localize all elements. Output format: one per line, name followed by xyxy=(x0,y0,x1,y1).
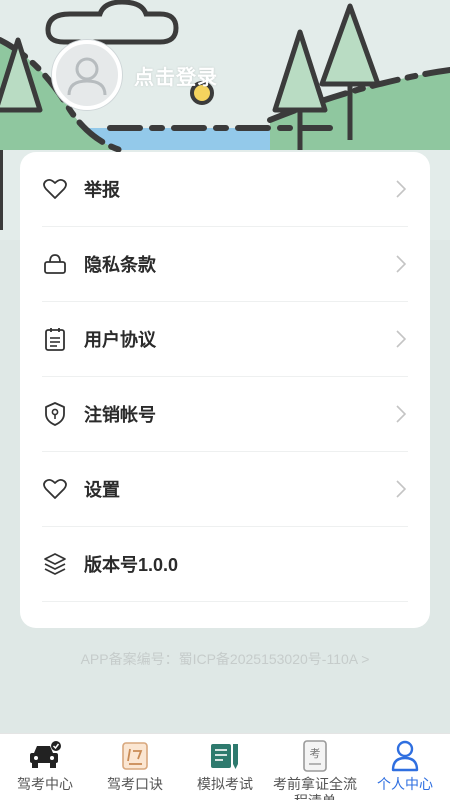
menu-item-label: 隐私条款 xyxy=(84,255,156,275)
settings-menu-card: 举报 隐私条款 用户协议 注销帐号 设置 版本号1.0.0 xyxy=(20,152,430,628)
version-label: 版本号1.0.0 xyxy=(84,555,179,575)
login-link[interactable]: 点击登录 xyxy=(134,61,218,90)
chevron-right-icon xyxy=(394,179,408,199)
car-check-icon xyxy=(28,740,62,772)
notepad-icon xyxy=(42,326,68,352)
tab-label: 个人中心 xyxy=(377,776,433,792)
menu-item-label: 举报 xyxy=(84,180,120,200)
layers-icon xyxy=(42,551,68,577)
menu-item-label: 注销帐号 xyxy=(84,405,156,425)
menu-item-settings[interactable]: 设置 xyxy=(42,452,408,527)
heart-icon xyxy=(42,476,68,502)
menu-item-user-agreement[interactable]: 用户协议 xyxy=(42,302,408,377)
tab-driving-test-center[interactable]: 驾考中心 xyxy=(0,734,90,800)
tab-personal-center[interactable]: 个人中心 xyxy=(360,734,450,800)
svg-text:考: 考 xyxy=(310,747,321,760)
shield-icon xyxy=(42,401,68,427)
book-pen-icon xyxy=(208,740,242,772)
tab-label: 驾考口诀 xyxy=(107,776,163,792)
icp-record-link[interactable]: APP备案编号：蜀ICP备2025153020号-110A > xyxy=(0,649,450,669)
tab-mock-exam[interactable]: 模拟考试 xyxy=(180,734,270,800)
tab-label: 考前拿证全流程清单 xyxy=(273,776,357,800)
chevron-right-icon xyxy=(394,329,408,349)
exam-doc-icon: 考 xyxy=(298,740,332,772)
person-icon xyxy=(388,740,422,772)
tab-label: 驾考中心 xyxy=(17,776,73,792)
user-avatar-icon xyxy=(67,57,107,96)
bottom-tab-bar: 驾考中心 驾考口诀 模拟考试 考 考前拿证全流程清单 个人中心 xyxy=(0,733,450,800)
tab-driving-formula[interactable]: 驾考口诀 xyxy=(90,734,180,800)
chevron-right-icon xyxy=(394,479,408,499)
menu-item-label: 用户协议 xyxy=(84,330,156,350)
avatar[interactable] xyxy=(52,40,122,110)
heart-icon xyxy=(42,176,68,202)
menu-item-label: 设置 xyxy=(84,480,120,500)
menu-item-version: 版本号1.0.0 xyxy=(42,527,408,602)
menu-item-report[interactable]: 举报 xyxy=(42,152,408,227)
lock-icon xyxy=(42,251,68,277)
chevron-right-icon xyxy=(394,254,408,274)
tab-pre-exam-checklist[interactable]: 考 考前拿证全流程清单 xyxy=(270,734,360,800)
menu-item-delete-account[interactable]: 注销帐号 xyxy=(42,377,408,452)
formula-card-icon xyxy=(118,740,152,772)
chevron-right-icon xyxy=(394,404,408,424)
tab-label: 模拟考试 xyxy=(197,776,253,792)
menu-item-privacy[interactable]: 隐私条款 xyxy=(42,227,408,302)
profile-header[interactable]: 点击登录 xyxy=(52,40,218,110)
